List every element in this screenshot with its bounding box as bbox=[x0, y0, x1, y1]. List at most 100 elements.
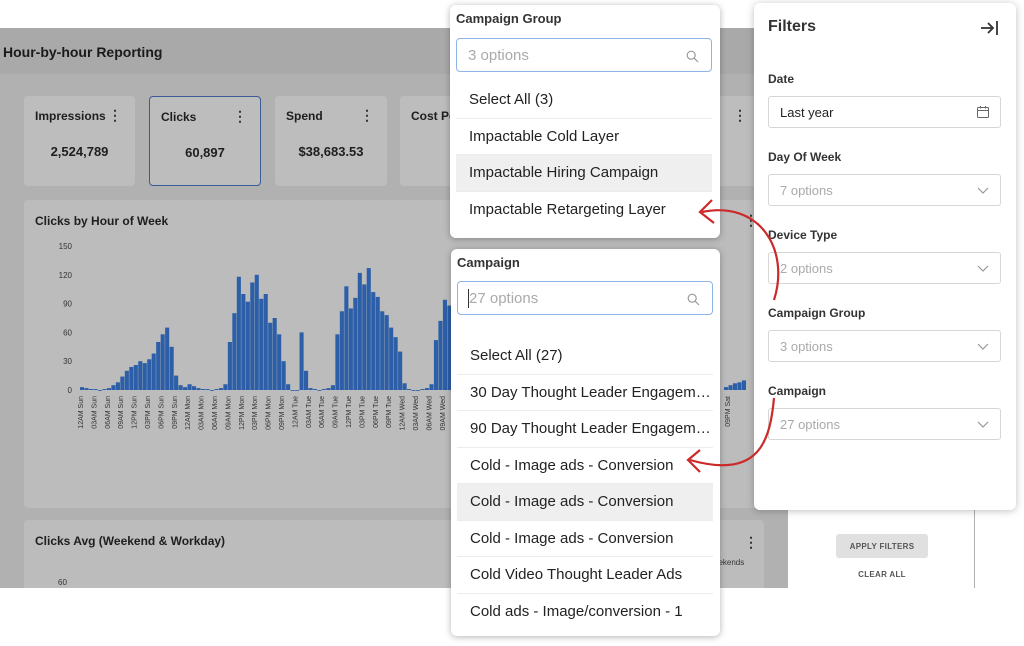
bar[interactable] bbox=[321, 389, 327, 390]
bar[interactable] bbox=[178, 385, 183, 390]
bar[interactable] bbox=[438, 320, 443, 390]
bar[interactable] bbox=[299, 332, 304, 390]
bar[interactable] bbox=[169, 346, 174, 390]
bar[interactable] bbox=[218, 388, 223, 390]
bar[interactable] bbox=[80, 387, 85, 390]
bar[interactable] bbox=[214, 389, 219, 390]
bar[interactable] bbox=[326, 388, 331, 390]
kpi-spend[interactable]: Spend ⋮ $38,683.53 bbox=[275, 96, 387, 186]
bar[interactable] bbox=[93, 389, 98, 390]
bar[interactable] bbox=[384, 315, 389, 390]
bar[interactable] bbox=[254, 274, 259, 390]
bar[interactable] bbox=[196, 388, 201, 390]
kebab-menu-icon[interactable]: ⋮ bbox=[108, 108, 122, 122]
day-of-week-select[interactable]: 7 options bbox=[768, 174, 1001, 206]
bar[interactable] bbox=[366, 268, 371, 390]
bar[interactable] bbox=[424, 388, 430, 390]
apply-filters-button[interactable]: APPLY FILTERS bbox=[836, 534, 928, 558]
bar[interactable] bbox=[398, 351, 403, 390]
bar[interactable] bbox=[312, 389, 318, 390]
bar[interactable] bbox=[728, 385, 733, 390]
option-select-all[interactable]: Select All (3) bbox=[456, 82, 712, 119]
bar[interactable] bbox=[371, 292, 376, 390]
bar[interactable] bbox=[236, 276, 241, 390]
bar[interactable] bbox=[88, 389, 94, 390]
bar[interactable] bbox=[442, 299, 447, 390]
kebab-menu-icon[interactable]: ⋮ bbox=[360, 108, 374, 122]
bar[interactable] bbox=[339, 311, 344, 390]
bar[interactable] bbox=[259, 298, 264, 390]
bar[interactable] bbox=[156, 342, 161, 390]
bar[interactable] bbox=[304, 370, 309, 390]
bar[interactable] bbox=[357, 272, 362, 390]
bar[interactable] bbox=[97, 390, 103, 391]
kebab-menu-icon[interactable]: ⋮ bbox=[733, 108, 747, 122]
bar[interactable] bbox=[380, 311, 385, 390]
campaign-group-search-input[interactable]: 3 options bbox=[456, 38, 712, 72]
bar[interactable] bbox=[263, 294, 268, 390]
bar[interactable] bbox=[111, 385, 116, 390]
bar[interactable] bbox=[429, 384, 434, 390]
bar[interactable] bbox=[317, 390, 322, 391]
bar[interactable] bbox=[205, 389, 210, 390]
option-cold-image-ads-2[interactable]: Cold - Image ads - Conversion bbox=[457, 484, 713, 521]
option-cold-video-thought-leader[interactable]: Cold Video Thought Leader Ads bbox=[457, 557, 713, 594]
bar[interactable] bbox=[402, 383, 407, 390]
bar[interactable] bbox=[281, 361, 286, 390]
bar[interactable] bbox=[142, 363, 147, 390]
device-type-select[interactable]: 2 options bbox=[768, 252, 1001, 284]
bar[interactable] bbox=[102, 389, 107, 390]
option-30-day-thought-leader[interactable]: 30 Day Thought Leader Engagement bbox=[457, 375, 713, 411]
bar[interactable] bbox=[223, 384, 228, 390]
bar[interactable] bbox=[84, 388, 89, 390]
kebab-menu-icon[interactable]: ⋮ bbox=[233, 109, 247, 123]
option-cold-ads-image-conversion[interactable]: Cold ads - Image/conversion - 1 bbox=[457, 594, 713, 631]
kpi-impressions[interactable]: Impressions ⋮ 2,524,789 bbox=[24, 96, 135, 186]
bar[interactable] bbox=[174, 375, 179, 390]
bar[interactable] bbox=[227, 342, 232, 390]
bar[interactable] bbox=[192, 386, 197, 390]
bar[interactable] bbox=[115, 382, 120, 390]
bar[interactable] bbox=[416, 390, 421, 391]
bar[interactable] bbox=[147, 359, 152, 390]
bar[interactable] bbox=[407, 389, 412, 390]
bar[interactable] bbox=[187, 384, 192, 390]
bar[interactable] bbox=[348, 308, 353, 390]
bar[interactable] bbox=[433, 340, 439, 390]
bar[interactable] bbox=[250, 282, 255, 390]
bar[interactable] bbox=[389, 327, 394, 390]
option-retargeting-layer[interactable]: Impactable Retargeting Layer bbox=[456, 192, 712, 229]
date-field[interactable]: Last year bbox=[768, 96, 1001, 128]
bar[interactable] bbox=[411, 390, 416, 391]
option-cold-image-ads-1[interactable]: Cold - Image ads - Conversion bbox=[457, 448, 713, 484]
bar[interactable] bbox=[200, 389, 206, 390]
bar[interactable] bbox=[308, 388, 313, 390]
bar[interactable] bbox=[160, 334, 165, 390]
bar[interactable] bbox=[344, 286, 349, 390]
bar[interactable] bbox=[232, 313, 237, 390]
bar[interactable] bbox=[151, 353, 156, 390]
bar[interactable] bbox=[241, 294, 246, 390]
bar[interactable] bbox=[362, 284, 367, 390]
bar[interactable] bbox=[277, 334, 282, 390]
bar[interactable] bbox=[737, 382, 742, 390]
bar[interactable] bbox=[290, 390, 295, 391]
campaign-search-input[interactable]: 27 options bbox=[457, 281, 713, 315]
bar[interactable] bbox=[133, 365, 138, 390]
bar[interactable] bbox=[245, 301, 250, 390]
bar[interactable] bbox=[165, 327, 170, 390]
option-cold-layer[interactable]: Impactable Cold Layer bbox=[456, 119, 712, 155]
kpi-clicks[interactable]: Clicks ⋮ 60,897 bbox=[149, 96, 261, 186]
option-select-all[interactable]: Select All (27) bbox=[457, 338, 713, 375]
option-hiring-campaign[interactable]: Impactable Hiring Campaign bbox=[456, 155, 712, 192]
bar[interactable] bbox=[138, 361, 143, 390]
bar[interactable] bbox=[286, 384, 291, 390]
campaign-group-select[interactable]: 3 options bbox=[768, 330, 1001, 362]
bar[interactable] bbox=[120, 376, 125, 390]
bar[interactable] bbox=[268, 322, 273, 390]
bar[interactable] bbox=[420, 389, 425, 390]
bar[interactable] bbox=[335, 334, 340, 390]
bar[interactable] bbox=[732, 383, 738, 390]
collapse-panel-icon[interactable] bbox=[978, 17, 1000, 39]
bar[interactable] bbox=[330, 385, 335, 390]
